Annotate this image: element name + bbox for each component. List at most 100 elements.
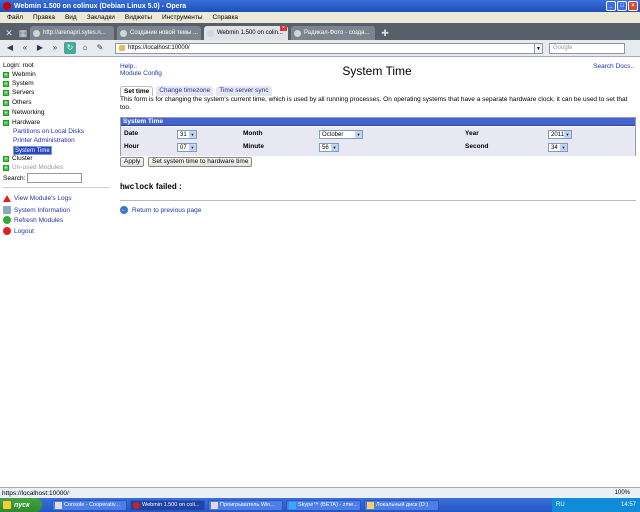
reload-icon[interactable]: ↻ [64,42,76,54]
tab-time-server-sync[interactable]: Time server sync [216,86,272,96]
sidebar-divider [3,187,109,188]
back-icon[interactable]: ◀ [4,42,16,54]
edit-icon[interactable]: ✎ [94,42,106,54]
webmin-sidebar: Login: root + Webmin + System + Servers + Ot… [0,58,118,488]
taskbar-item-console[interactable]: Console - Cooperativ... [52,499,127,511]
menu-widgets[interactable]: Виджеты [120,14,157,21]
category-networking[interactable]: + Networking [3,109,45,116]
menu-view[interactable]: Вид [60,14,82,21]
status-url: https://localhost:10000/ [2,489,69,497]
page-title: System Time [342,64,412,78]
refresh-modules-link[interactable]: Refresh Modules [3,216,63,224]
window-title: Webmin 1.500 on colinux (Debian Linux 5.… [14,2,187,10]
menu-tools[interactable]: Инструменты [157,14,208,21]
language-indicator[interactable]: RU [556,502,565,508]
category-unused-modules[interactable]: + Un-used Modules [3,164,63,171]
search-engine-input[interactable]: Google [549,42,625,54]
category-others[interactable]: + Others [3,99,32,106]
status-bar: https://localhost:10000/ 100% [0,487,640,498]
tab-label: Создание новой темы ... [130,30,198,36]
expand-icon: + [3,89,9,96]
taskbar-label: Console - Cooperativ... [64,502,120,508]
second-label: Second [465,143,489,150]
table-body: Date 31 ▼ Month October ▼ Year 2011 ▼ Hour … [121,127,635,156]
category-system[interactable]: + System [3,80,34,87]
browser-tab-1[interactable]: http://arenapri.sytes.n... [30,26,114,40]
failed-text: failed : [153,182,182,191]
system-information-link[interactable]: System Information [3,206,70,214]
hour-select[interactable]: 07 ▼ [177,143,197,152]
category-webmin[interactable]: + Webmin [3,71,36,78]
category-servers[interactable]: + Servers [3,89,34,96]
month-value: October [322,131,344,138]
menu-help[interactable]: Справка [208,14,244,21]
url-dropdown-icon[interactable]: ▼ [535,42,543,54]
home-icon[interactable]: ⌂ [79,42,91,54]
system-tray: RU 14:57 [552,498,640,512]
window-titlebar: Webmin 1.500 on colinux (Debian Linux 5.… [0,0,640,12]
browser-tab-4[interactable]: Радикал-Фото - созда... [291,26,375,40]
action-label: System Information [14,206,70,214]
minute-select[interactable]: 56 ▼ [319,143,339,152]
sidebar-item-system-time[interactable]: System Time [13,146,52,155]
hour-value: 07 [180,144,187,151]
tab-change-timezone[interactable]: Change timezone [156,86,214,96]
taskbar-item-opera[interactable]: Webmin 1.500 on coli... [130,499,205,511]
minute-value: 56 [322,144,329,151]
tab-label: http://arenapri.sytes.n... [43,30,106,36]
date-select[interactable]: 31 ▼ [177,130,197,139]
set-hardware-time-button[interactable]: Set system time to hardware time [148,157,253,167]
taskbar-item-skype[interactable]: Skype™ (BETA) - zme... [286,499,361,511]
menu-bookmarks[interactable]: Закладки [82,14,120,21]
sidebar-item-printer-admin[interactable]: Printer Administration [13,137,75,144]
second-select[interactable]: 34 ▼ [548,143,568,152]
webmin-icon [207,29,214,37]
taskbar-label: Локальный диск (D:) [376,502,429,508]
maximize-button[interactable]: □ [617,1,627,11]
browser-tab-active[interactable]: Webmin 1.500 on colin... × [204,26,288,40]
menu-file[interactable]: Файл [2,14,28,21]
tab-set-time[interactable]: Set time [120,86,154,96]
collapse-icon: − [3,119,9,126]
rewind-icon[interactable]: « [19,42,31,54]
return-link[interactable]: ← Return to previous page [120,206,201,214]
view-logs-link[interactable]: View Module's Logs [3,195,72,202]
browser-tab-2[interactable]: Создание новой темы ... [117,26,201,40]
console-icon [55,501,62,509]
new-tab-icon[interactable]: ✚ [378,26,392,40]
category-label: Servers [12,89,35,96]
module-search-input[interactable] [27,173,83,183]
start-button[interactable]: пуск [0,498,42,512]
tab-list-icon[interactable]: ▦ [16,26,30,40]
clock: 14:57 [620,502,636,508]
windows-taskbar: пуск Console - Cooperativ... Webmin 1.50… [0,498,640,512]
category-cluster[interactable]: + Cluster [3,155,33,162]
system-time-table: System Time Date 31 ▼ Month October ▼ Year… [120,117,636,156]
search-label: Search: [3,174,26,182]
search-docs-link[interactable]: Search Docs.. [593,63,634,70]
year-select[interactable]: 2011 ▼ [548,130,572,139]
fast-forward-icon[interactable]: » [49,42,61,54]
url-input[interactable]: https://localhost:10000/ [115,42,535,54]
chevron-down-icon: ▼ [189,131,196,138]
close-window-button[interactable]: × [628,1,638,11]
expand-icon: + [3,109,9,116]
taskbar-item-media-player[interactable]: Проигрыватель Win... [208,499,283,511]
refresh-icon [3,216,11,224]
taskbar-item-local-disk[interactable]: Локальный диск (D:) [364,499,439,511]
logout-link[interactable]: Logout [3,227,34,235]
category-hardware[interactable]: − Hardware [3,119,40,126]
lock-icon [119,45,125,51]
menu-edit[interactable]: Правка [28,14,60,21]
sidebar-item-partitions[interactable]: Partitions on Local Disks [13,128,84,135]
forward-icon[interactable]: ▶ [34,42,46,54]
minimize-button[interactable]: _ [606,1,616,11]
return-label: Return to previous page [132,206,202,214]
logout-icon [3,227,11,235]
tools-icon[interactable]: ✕ [2,26,16,40]
zoom-level[interactable]: 100% [615,490,630,496]
month-select[interactable]: October ▼ [319,130,363,139]
category-label: Un-used Modules [12,164,63,171]
tab-close-icon[interactable]: × [280,26,287,31]
apply-button[interactable]: Apply [120,157,145,167]
